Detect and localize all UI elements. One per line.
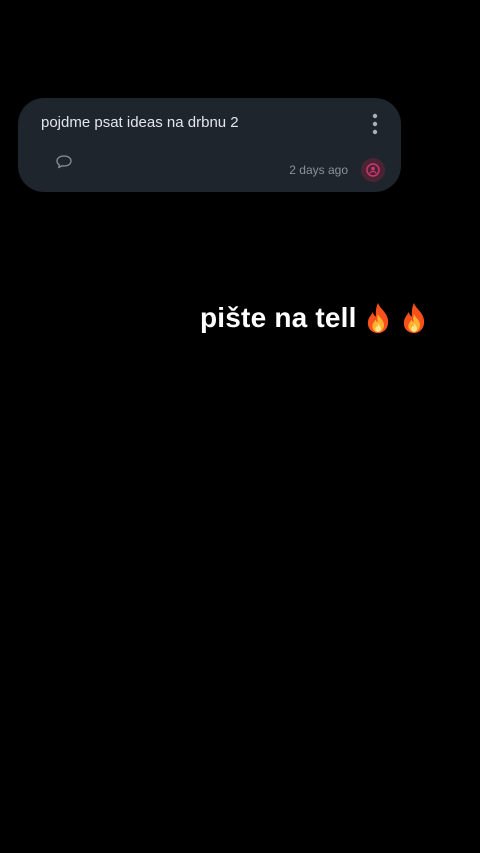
fire-icon bbox=[399, 301, 429, 335]
avatar-icon bbox=[366, 163, 380, 177]
screen: pojdme psat ideas na drbnu 2 2 days ago … bbox=[0, 0, 480, 853]
overlay-caption: pište na tell bbox=[196, 296, 435, 340]
more-options-button[interactable] bbox=[369, 112, 381, 136]
comment-button[interactable] bbox=[55, 154, 73, 170]
post-timestamp: 2 days ago bbox=[289, 163, 348, 177]
author-avatar[interactable] bbox=[361, 158, 385, 182]
more-vertical-icon bbox=[372, 113, 378, 135]
post-card[interactable]: pojdme psat ideas na drbnu 2 2 days ago bbox=[18, 98, 401, 192]
comment-icon bbox=[56, 155, 72, 169]
fire-icon bbox=[363, 301, 393, 335]
post-text: pojdme psat ideas na drbnu 2 bbox=[41, 114, 239, 131]
caption-text: pište na tell bbox=[200, 302, 357, 333]
fire-emoji-group bbox=[363, 301, 429, 335]
